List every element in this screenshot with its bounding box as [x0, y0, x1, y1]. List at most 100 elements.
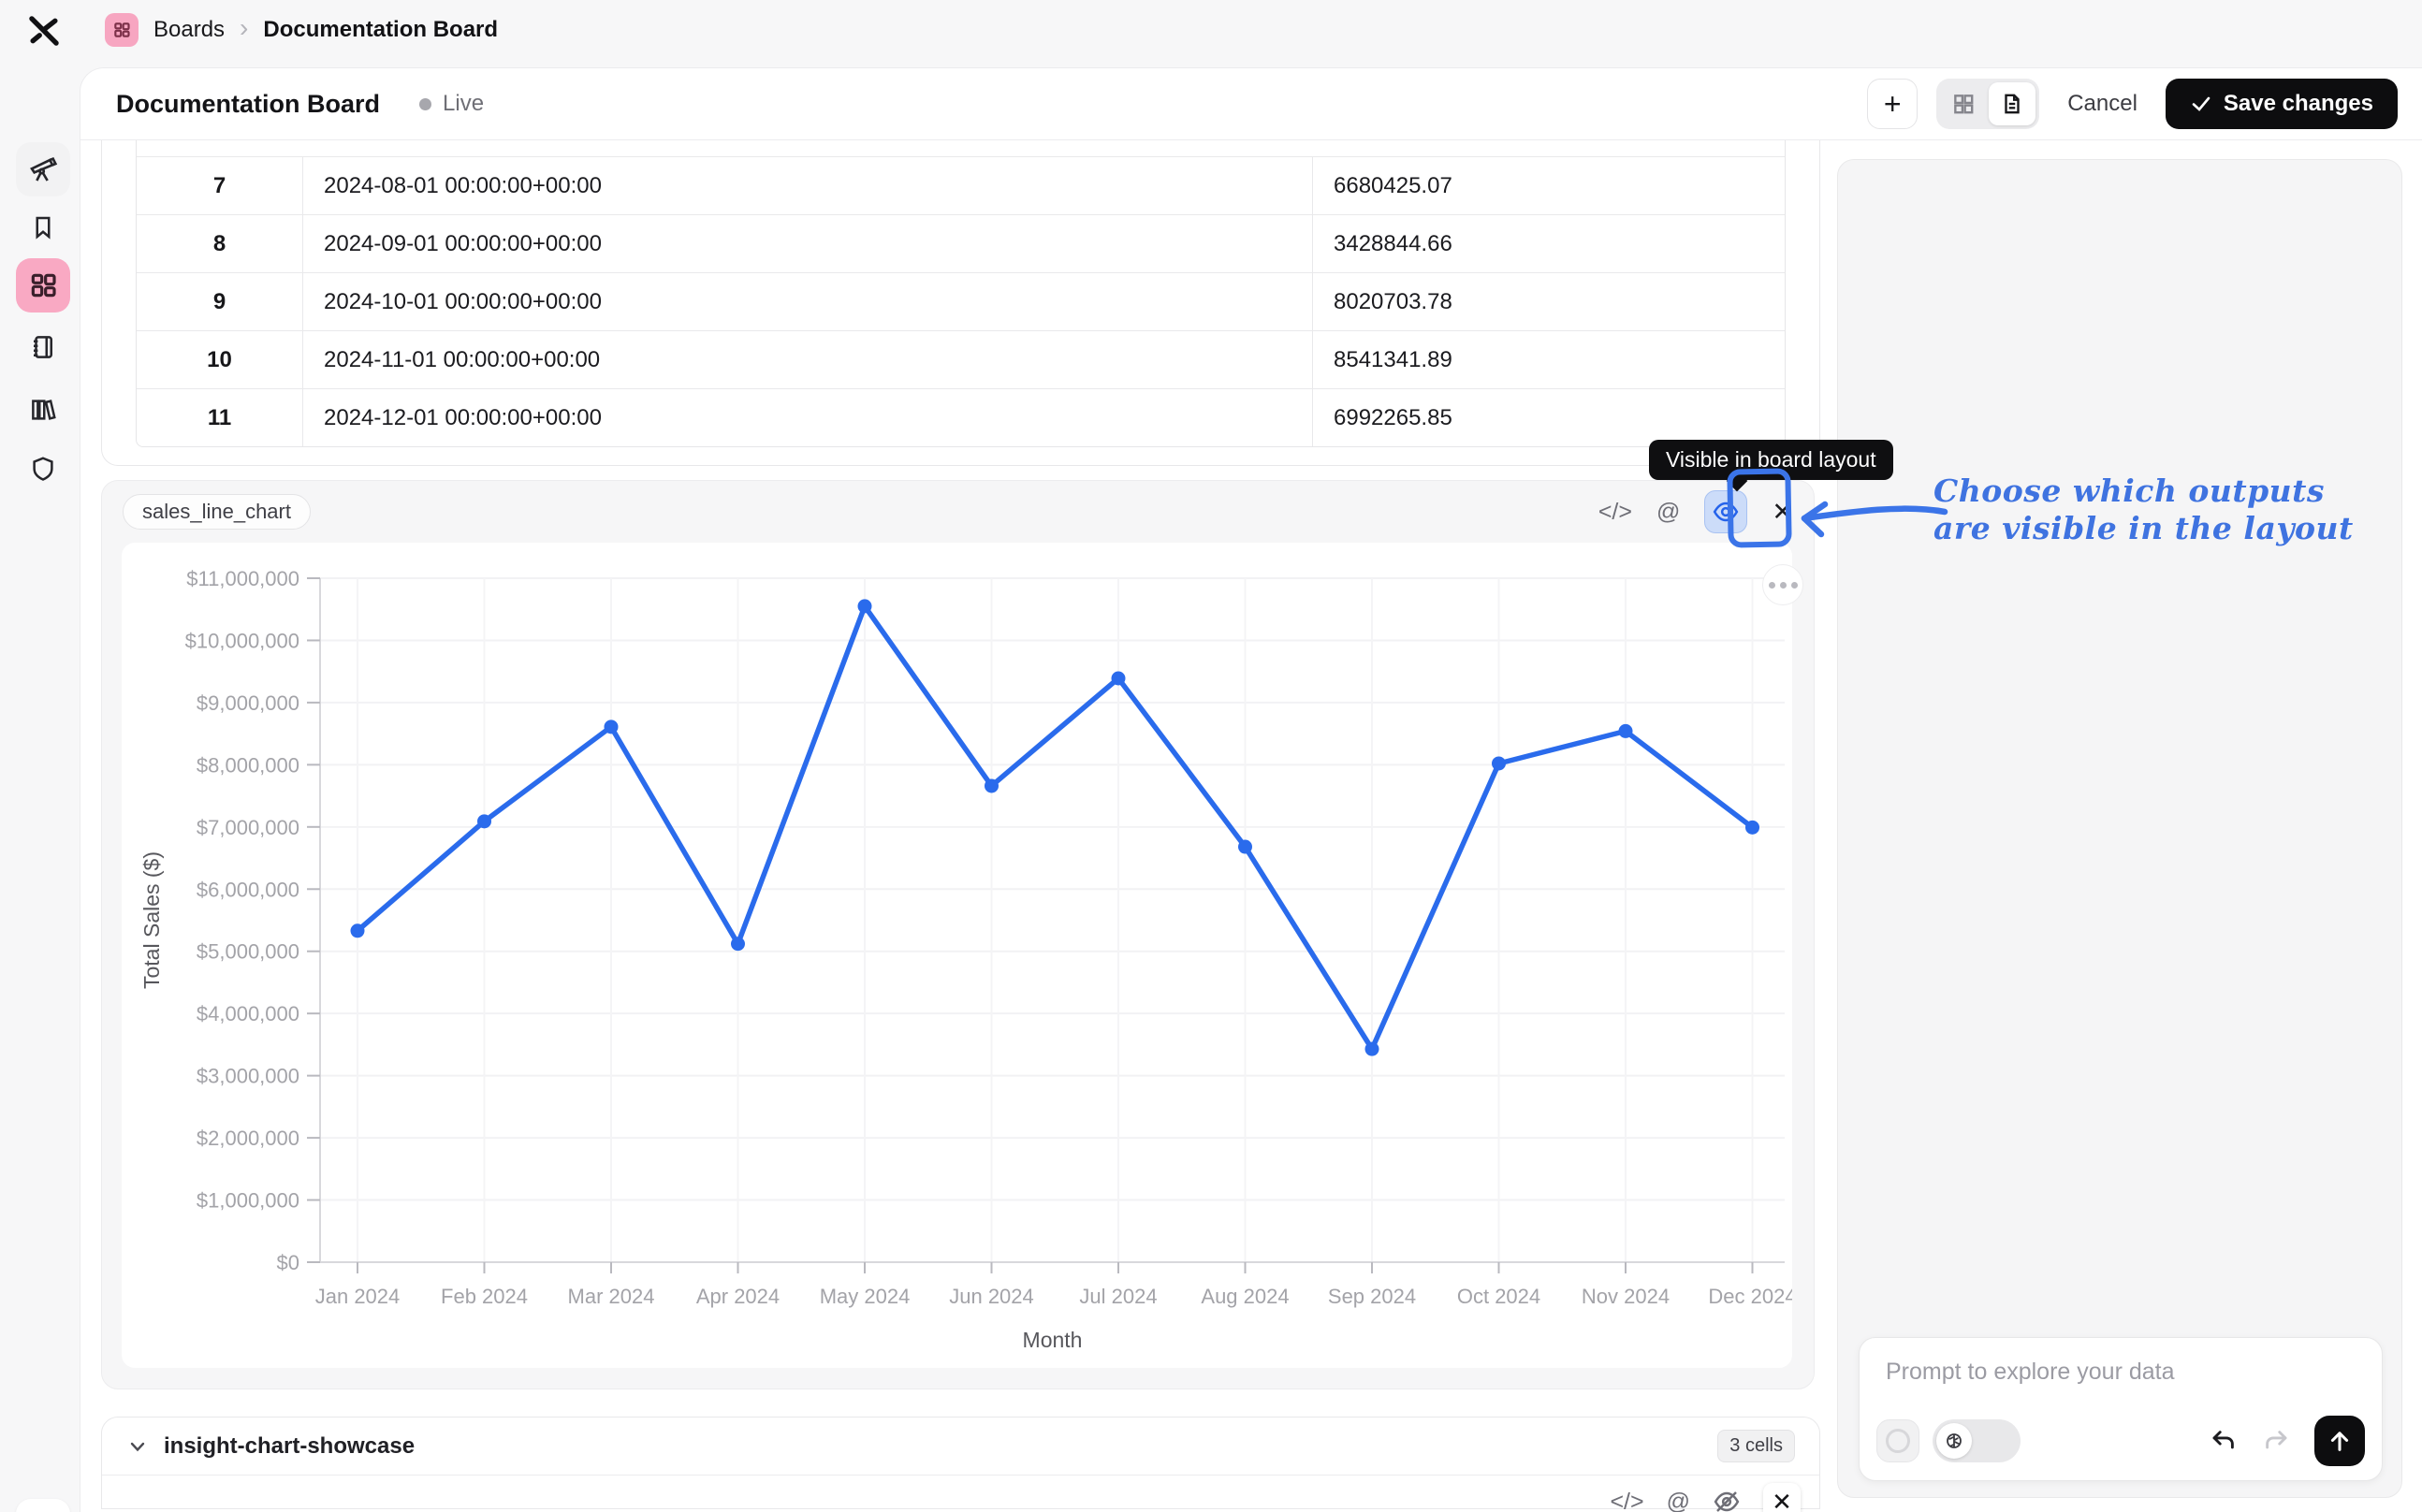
svg-text:Feb 2024: Feb 2024 [441, 1285, 528, 1308]
sidebar-item-notebooks[interactable] [16, 320, 70, 374]
sidebar-item-boards[interactable] [16, 258, 70, 313]
app-logo-icon[interactable] [26, 13, 62, 49]
add-cell-button[interactable]: + [1867, 79, 1918, 129]
insight-toolbar: </> @ ✕ [1610, 1483, 1801, 1512]
svg-text:Sep 2024: Sep 2024 [1328, 1285, 1416, 1308]
redo-icon[interactable] [2262, 1427, 2290, 1455]
breadcrumb-boards[interactable]: Boards [153, 17, 225, 43]
table-row[interactable]: 82024-09-01 00:00:00+00:003428844.66 [137, 214, 1785, 272]
document-icon [2000, 92, 2024, 116]
live-dot-icon [419, 98, 431, 110]
data-table[interactable]: 72024-08-01 00:00:00+00:006680425.078202… [136, 140, 1786, 447]
prompt-card[interactable]: Prompt to explore your data [1859, 1337, 2383, 1481]
document-layout-toggle[interactable] [1989, 82, 2035, 125]
annotation-text: Choose which outputs are visible in the … [1933, 472, 2354, 547]
table-row[interactable]: 72024-08-01 00:00:00+00:006680425.07 [137, 156, 1785, 214]
prompt-controls [1876, 1415, 2365, 1467]
content-area: Documentation Board Live + [80, 67, 2422, 1512]
svg-text:Aug 2024: Aug 2024 [1201, 1285, 1289, 1308]
table-row-partial [137, 140, 1785, 156]
cell-date: 2024-08-01 00:00:00+00:00 [303, 157, 1313, 214]
sidebar-item-bookmarks[interactable] [16, 200, 70, 254]
cell-value: 6680425.07 [1313, 157, 1785, 214]
save-changes-button[interactable]: Save changes [2166, 79, 2398, 129]
chevron-right-icon: › [240, 15, 248, 41]
breadcrumb: Boards › Documentation Board [105, 13, 498, 47]
table-output-card: 72024-08-01 00:00:00+00:006680425.078202… [101, 140, 1820, 466]
sidebar-item-library[interactable] [16, 383, 70, 437]
svg-text:$7,000,000: $7,000,000 [197, 816, 299, 839]
undo-icon[interactable] [2210, 1427, 2238, 1455]
svg-text:Oct 2024: Oct 2024 [1457, 1285, 1540, 1308]
mention-icon[interactable]: @ [1656, 501, 1680, 524]
cell-value: 3428844.66 [1313, 215, 1785, 272]
cell-count-badge: 3 cells [1717, 1430, 1795, 1462]
status-badge: Live [419, 91, 484, 117]
submit-prompt-button[interactable] [2314, 1416, 2365, 1466]
svg-text:$6,000,000: $6,000,000 [197, 878, 299, 901]
mention-icon[interactable]: @ [1667, 1490, 1690, 1512]
prompt-input[interactable]: Prompt to explore your data [1886, 1359, 2175, 1386]
telescope-icon [28, 154, 58, 184]
sidebar-item-security[interactable] [16, 442, 70, 496]
insight-section-card: insight-chart-showcase 3 cells </> @ ✕ [101, 1417, 1820, 1509]
board-header: Documentation Board Live + [80, 68, 2422, 140]
svg-text:$9,000,000: $9,000,000 [197, 691, 299, 715]
line-chart-card: $0$1,000,000$2,000,000$3,000,000$4,000,0… [122, 543, 1792, 1368]
sales-line-chart: $0$1,000,000$2,000,000$3,000,000$4,000,0… [122, 543, 1792, 1368]
svg-text:May 2024: May 2024 [820, 1285, 911, 1308]
row-index: 11 [137, 389, 303, 446]
svg-text:$2,000,000: $2,000,000 [197, 1127, 299, 1150]
brain-icon [1943, 1430, 1965, 1452]
code-icon[interactable]: </> [1598, 501, 1632, 524]
code-icon[interactable]: </> [1610, 1490, 1643, 1512]
svg-text:Jun 2024: Jun 2024 [949, 1285, 1034, 1308]
sidebar-item-organization[interactable] [16, 1499, 70, 1512]
table-row[interactable]: 112024-12-01 00:00:00+00:006992265.85 [137, 388, 1785, 446]
svg-text:$4,000,000: $4,000,000 [197, 1002, 299, 1025]
notebook-icon [29, 333, 57, 361]
table-row[interactable]: 102024-11-01 00:00:00+00:008541341.89 [137, 330, 1785, 388]
boards-icon[interactable] [105, 13, 139, 47]
table-row[interactable]: 92024-10-01 00:00:00+00:008020703.78 [137, 272, 1785, 330]
svg-text:$8,000,000: $8,000,000 [197, 753, 299, 777]
header-actions: + Cancel [1867, 79, 2398, 129]
attach-button[interactable] [1876, 1419, 1919, 1462]
bookmark-icon [29, 213, 57, 241]
page-title: Documentation Board [116, 90, 380, 119]
circle-icon [1886, 1429, 1910, 1453]
explore-panel: Prompt to explore your data [1837, 159, 2402, 1498]
top-bar: Boards › Documentation Board [0, 0, 2422, 62]
cell-value: 6992265.85 [1313, 389, 1785, 446]
chevron-down-icon [126, 1435, 149, 1458]
cell-value: 8541341.89 [1313, 331, 1785, 388]
breadcrumb-current[interactable]: Documentation Board [263, 17, 498, 43]
svg-text:Dec 2024: Dec 2024 [1708, 1285, 1792, 1308]
chart-output-section: sales_line_chart </> @ ✕ $0$1,000,000$2,… [101, 480, 1815, 1389]
svg-text:Month: Month [1023, 1328, 1083, 1352]
chart-more-button[interactable] [1762, 564, 1803, 605]
insight-header[interactable]: insight-chart-showcase 3 cells [102, 1418, 1819, 1476]
cancel-button[interactable]: Cancel [2058, 91, 2147, 117]
grid-layout-toggle[interactable] [1940, 82, 1987, 125]
sidebar-item-explore[interactable] [16, 142, 70, 196]
arrow-up-icon [2327, 1428, 2353, 1454]
cell-date: 2024-12-01 00:00:00+00:00 [303, 389, 1313, 446]
svg-text:$10,000,000: $10,000,000 [185, 629, 299, 652]
history-controls [2210, 1427, 2290, 1455]
sidebar [0, 62, 80, 1512]
close-button[interactable]: ✕ [1763, 1483, 1801, 1512]
row-index: 9 [137, 273, 303, 330]
cell-name-tag[interactable]: sales_line_chart [123, 494, 311, 530]
chart-section-header: sales_line_chart </> @ ✕ [102, 481, 1814, 543]
deep-think-toggle[interactable] [1933, 1419, 2021, 1462]
eye-slash-icon[interactable] [1713, 1488, 1741, 1512]
row-index: 8 [137, 215, 303, 272]
app-root: Boards › Documentation Board [0, 0, 2422, 1512]
cell-date: 2024-10-01 00:00:00+00:00 [303, 273, 1313, 330]
svg-text:Mar 2024: Mar 2024 [568, 1285, 655, 1308]
boards-grid-icon [28, 270, 58, 300]
svg-text:Apr 2024: Apr 2024 [696, 1285, 780, 1308]
annotation-rectangle [1727, 468, 1791, 547]
cell-value: 8020703.78 [1313, 273, 1785, 330]
